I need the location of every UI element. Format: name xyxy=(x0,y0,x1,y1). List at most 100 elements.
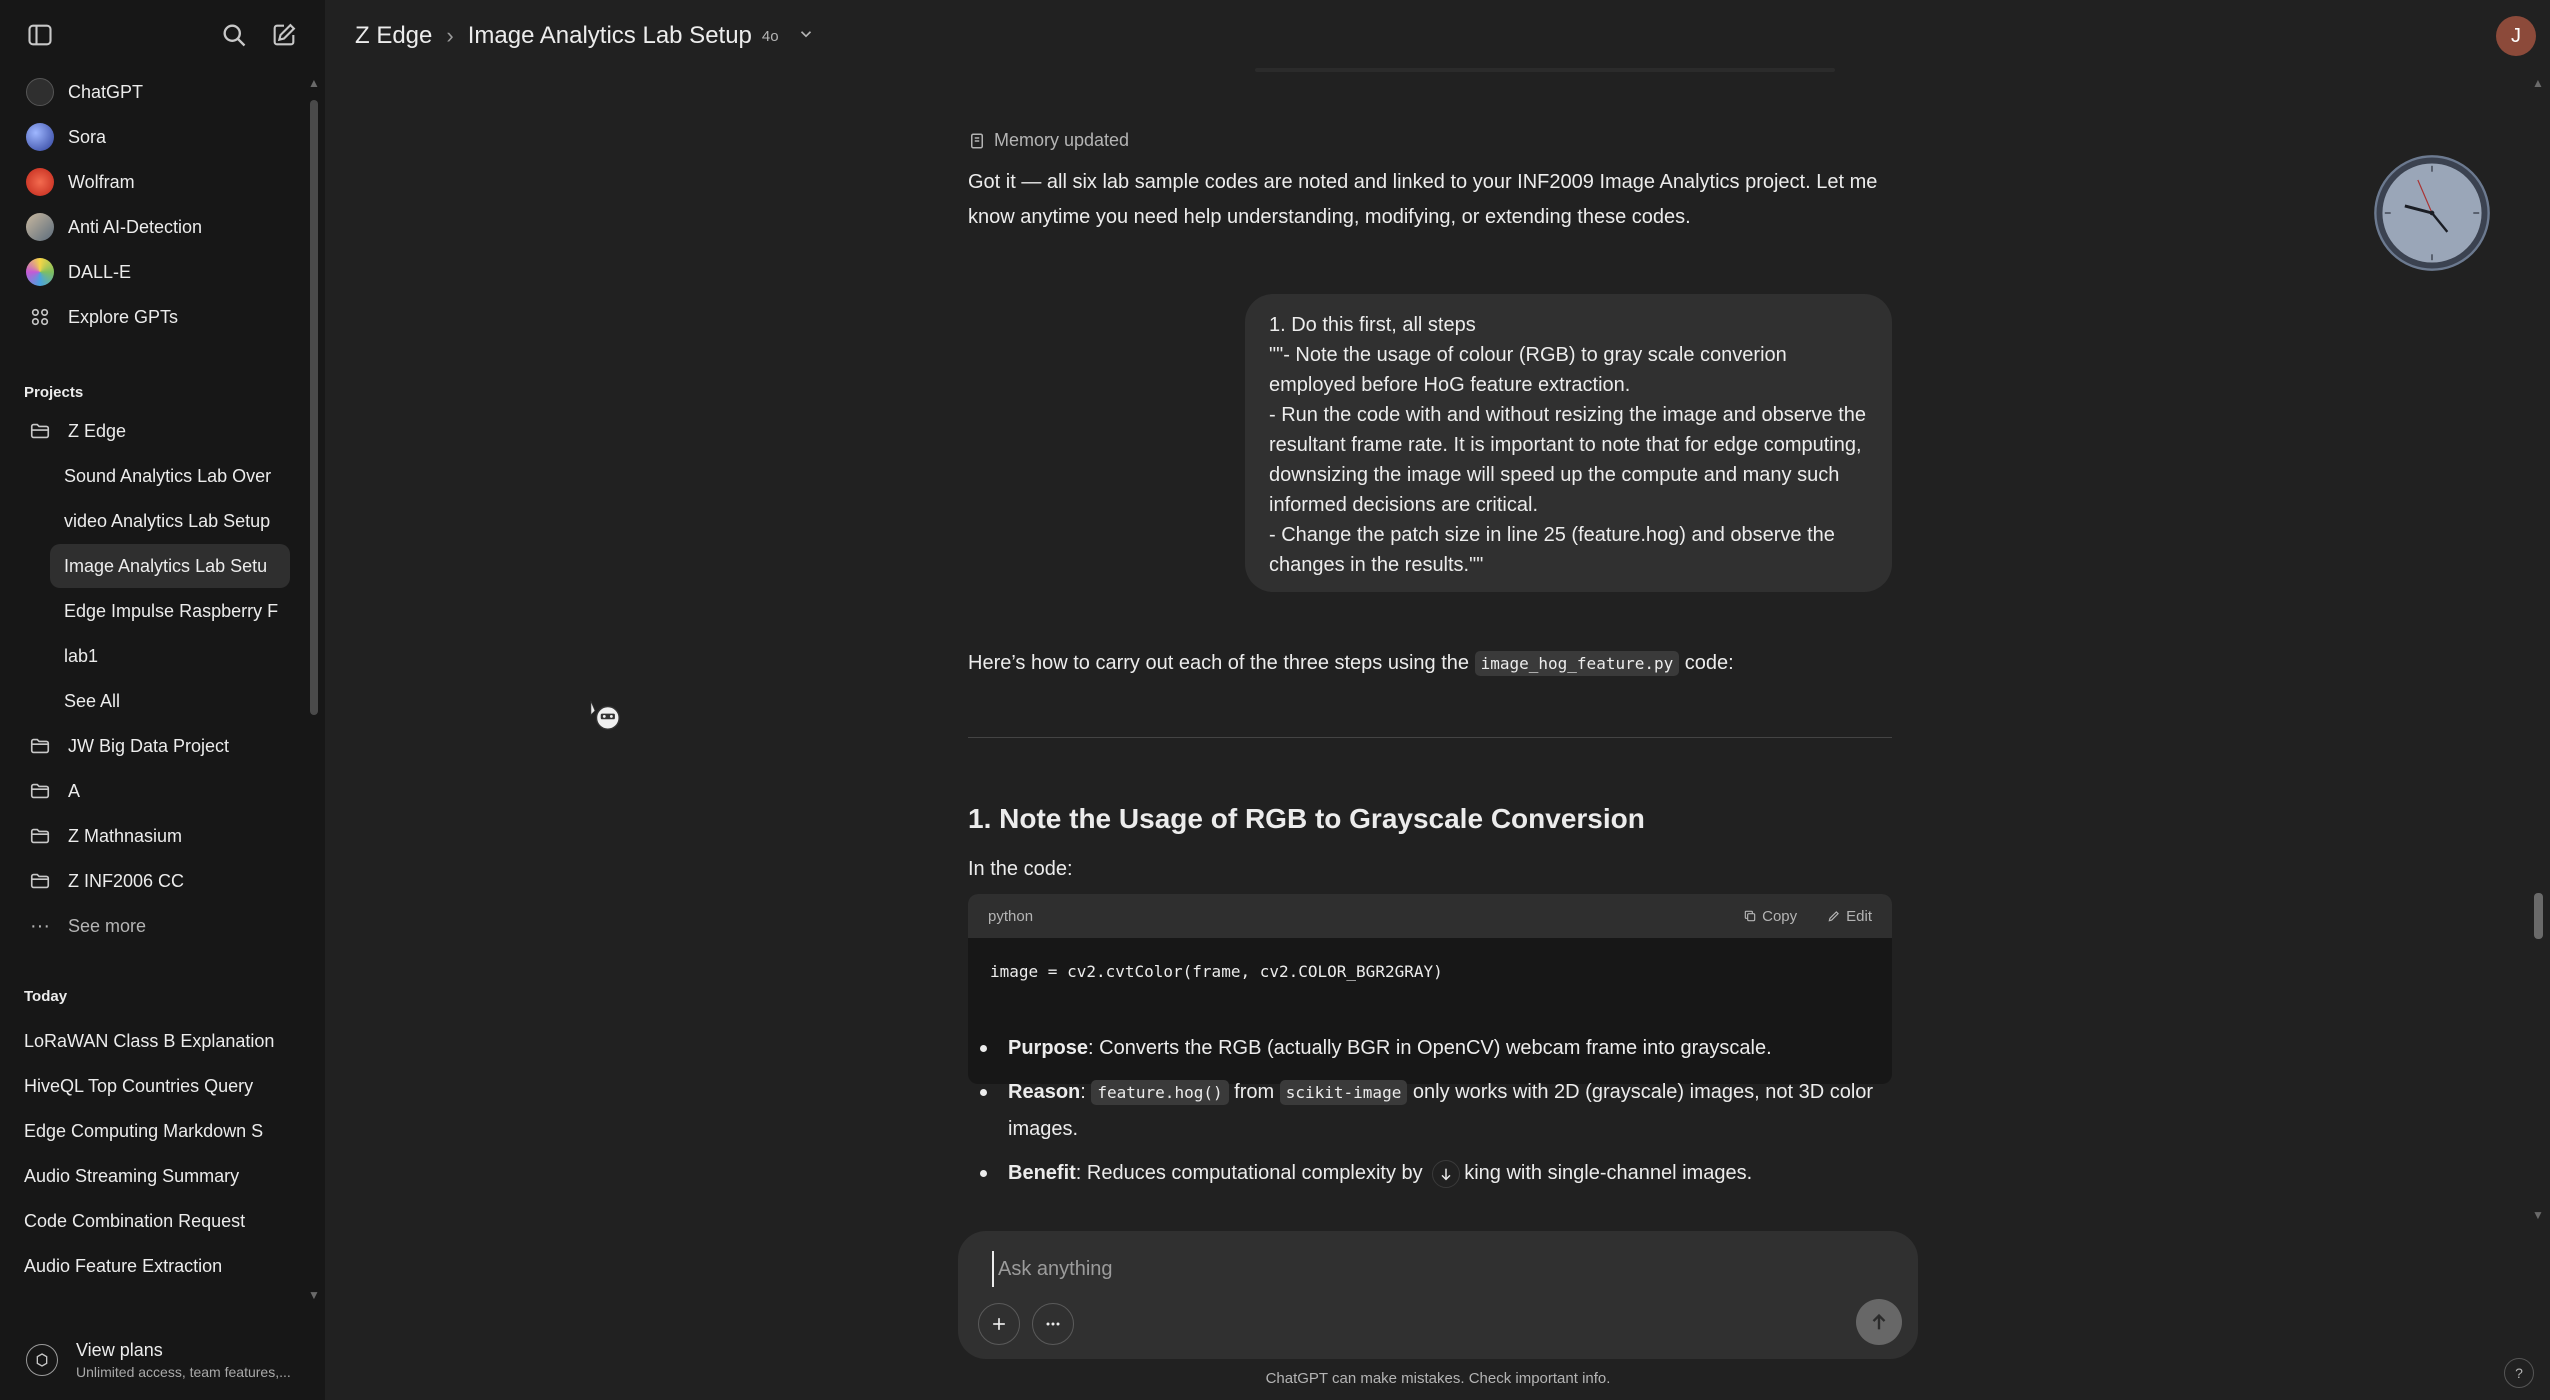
add-attachment-button[interactable] xyxy=(978,1303,1020,1345)
projects-section-title: Projects xyxy=(24,384,84,401)
reason-label: Reason xyxy=(1008,1081,1081,1103)
sidebar-gpt-wolfram[interactable]: Wolfram xyxy=(12,160,290,204)
history-item-label: Audio Streaming Summary xyxy=(24,1165,240,1186)
sidebar-gpt-sora[interactable]: Sora xyxy=(12,115,290,159)
arrow-up-icon xyxy=(1872,1313,1886,1330)
copy-label: Copy xyxy=(1762,907,1798,925)
copy-icon xyxy=(1744,910,1756,922)
avatar[interactable]: J xyxy=(2496,16,2536,56)
sidebar-gpt-label: ChatGPT xyxy=(68,81,144,102)
code-language-label: python xyxy=(988,907,1034,925)
sidebar-project-chat-active[interactable]: Image Analytics Lab Setu xyxy=(50,544,290,588)
see-all-label: See All xyxy=(64,690,121,711)
history-item[interactable]: Code Combination Request xyxy=(12,1199,290,1243)
project-chat-label: Sound Analytics Lab Over xyxy=(64,465,272,486)
scroll-to-bottom-button[interactable] xyxy=(1432,1159,1461,1188)
plus-icon xyxy=(993,1318,1005,1330)
folder-icon xyxy=(26,822,54,850)
explore-gpts-label: Explore GPTs xyxy=(68,306,179,327)
code-block-header: python Copy Edit xyxy=(968,894,1892,938)
cursor-robot-icon xyxy=(590,700,620,730)
new-chat-button[interactable] xyxy=(264,15,304,55)
purpose-label: Purpose xyxy=(1008,1037,1089,1059)
sidebar-scroll-area[interactable]: ChatGPT Sora Wolfram Anti AI-Detection D… xyxy=(0,70,325,1300)
benefit-text-end: king with single-channel images. xyxy=(1464,1162,1753,1184)
sidebar-gpt-chatgpt[interactable]: ChatGPT xyxy=(12,70,290,114)
inline-code: scikit-image xyxy=(1279,1080,1408,1105)
clock-widget xyxy=(2374,155,2490,271)
history-item-label: Code Combination Request xyxy=(24,1210,246,1231)
sidebar-scroll-up-arrow[interactable]: ▲ xyxy=(308,76,320,90)
chat-title[interactable]: Image Analytics Lab Setup xyxy=(468,22,752,50)
edit-code-button[interactable]: Edit xyxy=(1827,908,1872,925)
help-button[interactable]: ? xyxy=(2504,1358,2534,1388)
assistant-intro-line: Here’s how to carry out each of the thre… xyxy=(968,646,1892,681)
sidebar-explore-gpts[interactable]: Explore GPTs xyxy=(12,295,290,339)
grid-icon xyxy=(26,303,54,331)
sidebar-see-more[interactable]: ··· See more xyxy=(12,904,290,948)
project-chat-label: Edge Impulse Raspberry F xyxy=(64,600,279,621)
model-dropdown-button[interactable] xyxy=(797,25,815,48)
edit-label: Edit xyxy=(1846,907,1872,925)
list-item: Benefit: Reduces computational complexit… xyxy=(968,1155,1892,1191)
breadcrumb-project[interactable]: Z Edge xyxy=(355,22,432,50)
anti-ai-detection-avatar xyxy=(26,213,54,241)
sidebar-project-jw-big-data[interactable]: JW Big Data Project xyxy=(12,724,290,768)
main-scroll-up-arrow[interactable]: ▲ xyxy=(2532,76,2544,90)
main-scrollbar-thumb[interactable] xyxy=(2534,893,2543,939)
inline-code-filename: image_hog_feature.py xyxy=(1474,651,1680,676)
tools-menu-button[interactable] xyxy=(1032,1303,1074,1345)
section-heading: 1. Note the Usage of RGB to Grayscale Co… xyxy=(968,803,1645,834)
sidebar-see-all[interactable]: See All xyxy=(12,679,290,723)
view-plans-button[interactable]: View plans Unlimited access, team featur… xyxy=(0,1320,325,1400)
reason-mid: from xyxy=(1228,1081,1280,1103)
history-item[interactable]: HiveQL Top Countries Query xyxy=(12,1064,290,1108)
history-item[interactable]: Audio Streaming Summary xyxy=(12,1154,290,1198)
benefit-label: Benefit xyxy=(1008,1162,1076,1184)
search-chats-button[interactable] xyxy=(214,15,254,55)
folder-icon xyxy=(26,777,54,805)
inline-code: feature.hog() xyxy=(1091,1080,1229,1105)
sidebar-project-a[interactable]: A xyxy=(12,769,290,813)
sidebar-project-z-mathnasium[interactable]: Z Mathnasium xyxy=(12,814,290,858)
sidebar-project-chat[interactable]: lab1 xyxy=(12,634,290,678)
toggle-sidebar-button[interactable] xyxy=(20,15,60,55)
history-item[interactable]: Edge Computing Markdown S xyxy=(12,1109,290,1153)
chat-header: Z Edge › Image Analytics Lab Setup 4o J xyxy=(325,0,2550,72)
sidebar-project-z-inf2006[interactable]: Z INF2006 CC xyxy=(12,859,290,903)
wolfram-logo-icon xyxy=(26,168,54,196)
ellipsis-icon xyxy=(1046,1322,1060,1326)
sidebar-project-chat[interactable]: video Analytics Lab Setup xyxy=(12,499,290,543)
sidebar: ChatGPT Sora Wolfram Anti AI-Detection D… xyxy=(0,0,325,1400)
today-section-title: Today xyxy=(24,988,68,1005)
sidebar-scroll-down-arrow[interactable]: ▼ xyxy=(308,1288,320,1302)
memory-updated-indicator[interactable]: Memory updated xyxy=(968,130,1892,151)
see-more-label: See more xyxy=(68,915,147,936)
copy-code-button[interactable]: Copy xyxy=(1743,908,1797,925)
sidebar-gpt-label: DALL-E xyxy=(68,261,132,282)
sidebar-gpt-label: Anti AI-Detection xyxy=(68,216,203,237)
project-label: A xyxy=(68,780,81,801)
send-button[interactable] xyxy=(1856,1299,1902,1345)
chevron-down-icon xyxy=(800,30,811,37)
folder-icon xyxy=(26,867,54,895)
dalle-logo-icon xyxy=(26,258,54,286)
message-input[interactable]: Ask anything xyxy=(992,1251,1872,1287)
bullet-list: Purpose: Converts the RGB (actually BGR … xyxy=(968,1030,1892,1199)
project-chat-label: Image Analytics Lab Setu xyxy=(64,555,268,576)
list-item: Purpose: Converts the RGB (actually BGR … xyxy=(968,1030,1892,1066)
sidebar-project-chat[interactable]: Sound Analytics Lab Over xyxy=(12,454,290,498)
chevron-right-icon: › xyxy=(446,23,454,48)
history-item[interactable]: Audio Feature Extraction xyxy=(12,1244,290,1288)
sidebar-gpt-anti-ai-detection[interactable]: Anti AI-Detection xyxy=(12,205,290,249)
main-scroll-down-arrow[interactable]: ▼ xyxy=(2532,1208,2544,1222)
sidebar-gpt-dalle[interactable]: DALL-E xyxy=(12,250,290,294)
purpose-text: : Converts the RGB (actually BGR in Open… xyxy=(1088,1037,1772,1059)
sidebar-scrollbar-thumb[interactable] xyxy=(310,100,318,715)
sidebar-project-z-edge[interactable]: Z Edge xyxy=(12,409,290,453)
history-item[interactable]: LoRaWAN Class B Explanation xyxy=(12,1019,290,1063)
disclaimer: ChatGPT can make mistakes. Check importa… xyxy=(1265,1370,1611,1387)
conversation-area[interactable]: Memory updated Got it — all six lab samp… xyxy=(325,68,2550,1400)
list-item: Reason: feature.hog() from scikit-image … xyxy=(968,1074,1892,1147)
sidebar-project-chat[interactable]: Edge Impulse Raspberry F xyxy=(12,589,290,633)
